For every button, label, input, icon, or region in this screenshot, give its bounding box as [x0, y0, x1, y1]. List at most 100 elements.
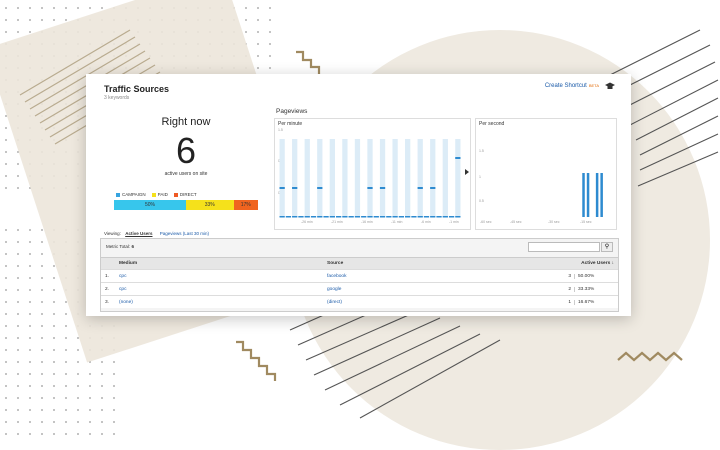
- graduation-cap-icon[interactable]: [605, 82, 615, 90]
- source-link[interactable]: (direct): [323, 295, 561, 308]
- campaign-segment: 50%: [114, 200, 186, 210]
- active-users-header[interactable]: Active Users ↓: [561, 257, 618, 270]
- traffic-type-legend: CAMPAIGN PAID DIRECT: [116, 192, 197, 197]
- x-tick: -6 min: [421, 220, 431, 224]
- paid-segment: 33%: [186, 200, 234, 210]
- baseline-mark: [442, 216, 448, 218]
- minute-column: [405, 139, 411, 217]
- direct-segment: 17%: [233, 200, 258, 210]
- baseline-mark: [361, 216, 367, 218]
- baseline-mark: [304, 216, 310, 218]
- medium-link[interactable]: (none): [115, 295, 323, 308]
- pageview-bar: [417, 187, 423, 189]
- create-shortcut-link[interactable]: Create Shortcut BETA: [545, 83, 599, 89]
- minute-column: [298, 139, 304, 217]
- viewing-label: Viewing:: [104, 231, 121, 236]
- baseline-mark: [423, 216, 430, 218]
- x-tick: -16 min: [361, 220, 373, 224]
- baseline-mark: [411, 216, 417, 218]
- baseline-mark: [310, 216, 317, 218]
- baseline-mark: [405, 216, 411, 218]
- row-index: 1.: [101, 269, 115, 283]
- baseline-mark: [279, 216, 285, 218]
- x-tick: -21 min: [331, 220, 343, 224]
- row-index: 2.: [101, 282, 115, 296]
- minute-column: [436, 139, 442, 217]
- baseline-mark: [292, 216, 298, 218]
- sort-desc-icon: ↓: [611, 261, 614, 266]
- users-percent: 50.00%: [574, 273, 614, 279]
- baseline-mark: [367, 216, 373, 218]
- medium-header[interactable]: Medium: [115, 257, 323, 270]
- pageview-bar: [455, 157, 461, 159]
- pageview-spike: [595, 173, 599, 217]
- medium-link[interactable]: cpc: [115, 282, 323, 296]
- minute-column: [348, 139, 354, 217]
- x-tick: -1 min: [449, 220, 459, 224]
- active-users-count: 6: [175, 130, 197, 171]
- active-users-cell: 2 33.33%: [561, 282, 618, 296]
- card-subtitle: 3 keywords: [104, 95, 130, 101]
- pageview-spike: [582, 173, 585, 217]
- legend-direct: DIRECT: [173, 192, 197, 197]
- minute-column: [304, 139, 310, 217]
- beta-badge: BETA: [588, 83, 599, 88]
- minute-column: [323, 139, 329, 217]
- active-users-caption: active users on site: [164, 171, 208, 177]
- baseline-mark: [386, 216, 392, 218]
- active-users-cell: 1 16.67%: [561, 295, 618, 308]
- baseline-mark: [455, 216, 461, 218]
- minute-column: [411, 139, 417, 217]
- per-second-chart: Per second 1.5 1 0.5 -60 sec -45 sec -30…: [475, 118, 617, 230]
- tab-pageviews[interactable]: Pageviews (Last 30 min): [160, 231, 209, 236]
- active-users-header-label: Active Users: [581, 261, 611, 266]
- medium-link[interactable]: cpc: [115, 269, 323, 283]
- pageview-bar: [379, 187, 386, 189]
- minute-column: [285, 139, 292, 217]
- minute-column: [329, 139, 335, 217]
- baseline-mark: [348, 216, 354, 218]
- table-row: 1. cpc facebook 3 50.00%: [101, 269, 618, 283]
- chart-arrow-icon: [465, 169, 469, 175]
- legend-paid: PAID: [151, 192, 168, 197]
- source-link[interactable]: facebook: [323, 269, 561, 283]
- per-minute-chart: Per minute 1.5 0.8 0.4 -26 min -21 min -…: [274, 118, 471, 230]
- baseline-mark: [329, 216, 335, 218]
- tab-active-users[interactable]: Active Users: [125, 231, 152, 236]
- baseline-mark: [342, 216, 348, 218]
- minute-column: [292, 139, 298, 217]
- search-input[interactable]: [528, 242, 600, 252]
- x-tick: -60 sec: [480, 220, 492, 224]
- minute-column: [379, 139, 386, 217]
- legend-swatch: [116, 192, 120, 197]
- minute-column: [354, 139, 361, 217]
- table-row: 3. (none) (direct) 1 16.67%: [101, 295, 618, 308]
- baseline-mark: [373, 216, 379, 218]
- legend-label: PAID: [157, 192, 168, 197]
- source-link[interactable]: google: [323, 282, 561, 296]
- traffic-share-bar: 50% 33% 17%: [114, 200, 258, 210]
- baseline-mark: [392, 216, 398, 218]
- baseline-mark: [448, 216, 455, 218]
- users-percent: 16.67%: [574, 299, 614, 305]
- users-value: 2: [568, 286, 571, 292]
- active-users-cell: 3 50.00%: [561, 269, 618, 283]
- pageview-spike: [600, 173, 603, 217]
- baseline-mark: [298, 216, 304, 218]
- minute-column: [373, 139, 379, 217]
- baseline-mark: [323, 216, 329, 218]
- search-icon[interactable]: ⚲: [601, 242, 613, 252]
- row-index: 3.: [101, 295, 115, 308]
- pageview-spike: [586, 173, 590, 217]
- x-tick: -45 sec: [510, 220, 522, 224]
- legend-label: DIRECT: [179, 192, 197, 197]
- baseline-mark: [398, 216, 405, 218]
- legend-swatch: [151, 192, 156, 197]
- pageview-bar: [317, 187, 323, 189]
- create-shortcut-label[interactable]: Create Shortcut: [545, 83, 587, 89]
- baseline-mark: [436, 216, 442, 218]
- source-header[interactable]: Source: [323, 257, 561, 270]
- baseline-mark: [335, 216, 342, 218]
- metric-total-value: 6: [131, 244, 134, 249]
- pageview-bar: [292, 187, 298, 189]
